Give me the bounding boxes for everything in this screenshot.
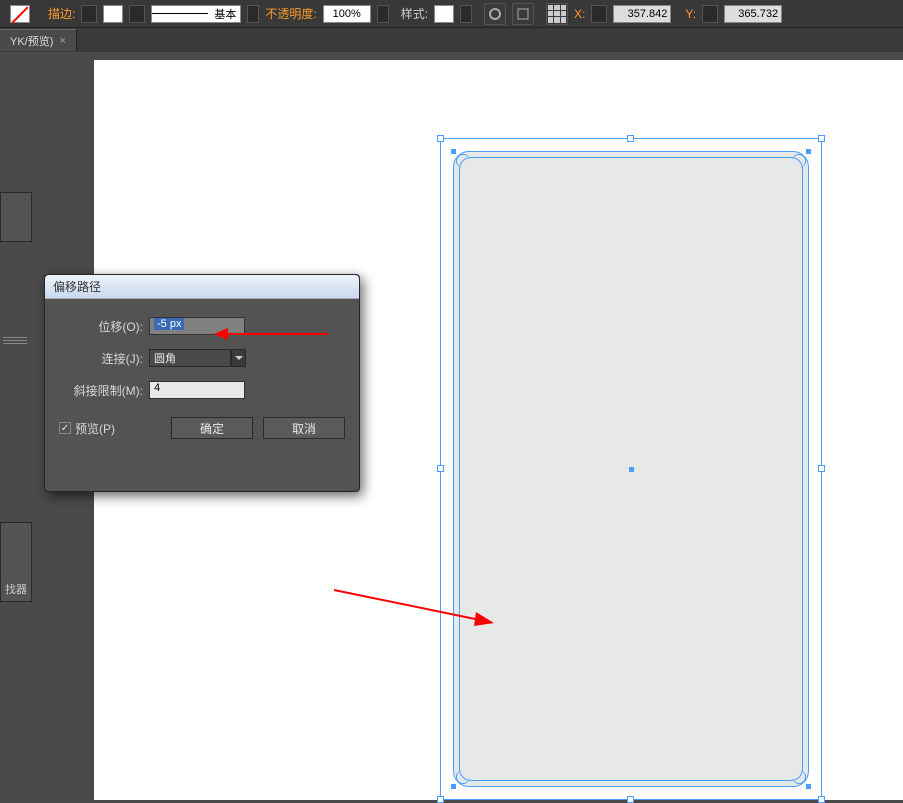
workspace: 找器 偏移路径 位移(O): [0, 52, 903, 794]
side-panel-pathfinder[interactable]: 找器 [0, 522, 32, 602]
options-toolbar: 描边: 基本 不透明度: 100% 样式: X: 357.842 Y: 365.… [0, 0, 903, 28]
dialog-titlebar[interactable]: 偏移路径 [45, 275, 359, 299]
offset-input[interactable]: -5 px [149, 317, 245, 335]
x-field[interactable]: 357.842 [613, 5, 671, 23]
document-tab[interactable]: YK/预览) × [0, 29, 77, 51]
style-swatch[interactable] [434, 5, 454, 23]
x-label: X: [574, 7, 585, 21]
offset-input-value: -5 px [154, 318, 184, 330]
offset-preview-path [459, 157, 803, 781]
side-panel-1[interactable] [0, 192, 32, 242]
stroke-profile-dropdown[interactable]: 基本 [151, 5, 241, 23]
resize-handle-bl[interactable] [437, 796, 444, 803]
join-chevron-icon[interactable] [231, 349, 246, 367]
document-tab-title: YK/预览) [10, 33, 53, 49]
stroke-label: 描边: [48, 5, 75, 22]
anchor-br[interactable] [806, 784, 811, 789]
side-panel-label: 找器 [5, 581, 27, 597]
anchor-tl[interactable] [451, 149, 456, 154]
align-button[interactable] [512, 3, 534, 25]
panel-grip-icon [3, 335, 27, 345]
preview-label: 预览(P) [75, 420, 115, 437]
recolor-button[interactable] [484, 3, 506, 25]
resize-handle-br[interactable] [818, 796, 825, 803]
preview-checkbox[interactable]: ✓ [59, 422, 71, 434]
fill-swatch-none[interactable] [10, 5, 30, 23]
cancel-button[interactable]: 取消 [263, 417, 345, 439]
style-chevron[interactable] [460, 5, 472, 23]
resize-handle-tl[interactable] [437, 135, 444, 142]
selection-bounding-box[interactable] [440, 138, 822, 800]
opacity-label: 不透明度: [265, 5, 316, 22]
resize-handle-mr[interactable] [818, 465, 825, 472]
resize-handle-ml[interactable] [437, 465, 444, 472]
stroke-weight-field[interactable] [103, 5, 123, 23]
stroke-profile-value: 基本 [214, 6, 236, 22]
dialog-body: 位移(O): -5 px 连接(J): 圆角 斜接限制(M): 4 ✓ 预览(P… [45, 299, 359, 463]
transform-panel-button[interactable] [546, 3, 568, 25]
x-down[interactable] [591, 5, 607, 23]
join-select[interactable]: 圆角 [149, 349, 231, 367]
anchor-bl[interactable] [451, 784, 456, 789]
miter-input[interactable]: 4 [149, 381, 245, 399]
stroke-weight-down[interactable] [81, 5, 97, 23]
resize-handle-tr[interactable] [818, 135, 825, 142]
y-field[interactable]: 365.732 [724, 5, 782, 23]
miter-label: 斜接限制(M): [59, 382, 143, 399]
y-down[interactable] [702, 5, 718, 23]
document-tabbar: YK/预览) × [0, 28, 903, 52]
ok-button[interactable]: 确定 [171, 417, 253, 439]
y-label: Y: [685, 7, 696, 21]
close-tab-icon[interactable]: × [59, 35, 65, 47]
resize-handle-tm[interactable] [627, 135, 634, 142]
offset-path-dialog: 偏移路径 位移(O): -5 px 连接(J): 圆角 斜接限制(M): 4 ✓… [44, 274, 360, 492]
resize-handle-bm[interactable] [627, 796, 634, 803]
dialog-title: 偏移路径 [53, 278, 101, 295]
miter-input-value: 4 [154, 382, 160, 394]
stroke-profile-chevron[interactable] [247, 5, 259, 23]
opacity-chevron[interactable] [377, 5, 389, 23]
opacity-field[interactable]: 100% [323, 5, 371, 23]
anchor-tr[interactable] [806, 149, 811, 154]
stroke-weight-up[interactable] [129, 5, 145, 23]
join-label: 连接(J): [59, 350, 143, 367]
offset-label: 位移(O): [59, 318, 143, 335]
style-label: 样式: [401, 5, 428, 22]
join-select-value: 圆角 [154, 350, 176, 366]
